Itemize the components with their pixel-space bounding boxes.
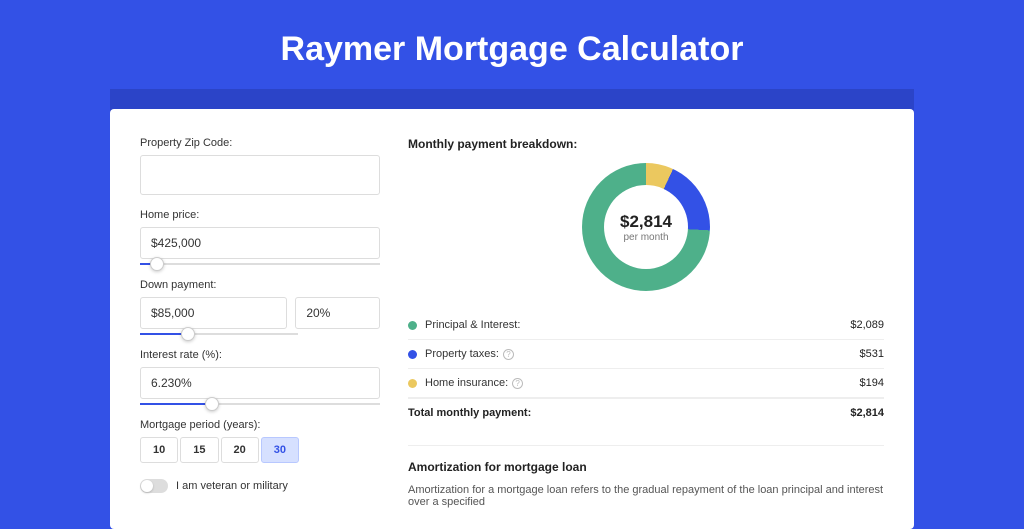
zip-label: Property Zip Code: (140, 137, 380, 149)
down-payment-slider[interactable] (140, 333, 298, 335)
amortization-heading: Amortization for mortgage loan (408, 460, 884, 474)
total-value: $2,814 (850, 407, 884, 419)
legend-text: Property taxes: (425, 348, 499, 360)
period-tabs: 10 15 20 30 (140, 437, 380, 463)
info-icon[interactable]: ? (503, 349, 514, 360)
form-column: Property Zip Code: Home price: Down paym… (140, 137, 380, 501)
dot-icon (408, 321, 417, 330)
legend-label: Home insurance: ? (425, 377, 860, 389)
amortization-text: Amortization for a mortgage loan refers … (408, 484, 884, 508)
slider-thumb-icon[interactable] (181, 327, 195, 341)
veteran-toggle[interactable] (140, 479, 168, 493)
legend-label: Principal & Interest: (425, 319, 850, 331)
info-icon[interactable]: ? (512, 378, 523, 389)
legend-row-taxes: Property taxes: ? $531 (408, 340, 884, 369)
legend-value: $531 (860, 348, 884, 360)
dot-icon (408, 350, 417, 359)
legend-value: $2,089 (850, 319, 884, 331)
donut-sub: per month (623, 232, 668, 243)
down-payment-input[interactable] (140, 297, 287, 329)
legend-label: Property taxes: ? (425, 348, 860, 360)
period-tab-10[interactable]: 10 (140, 437, 178, 463)
page-title: Raymer Mortgage Calculator (0, 0, 1024, 89)
total-row: Total monthly payment: $2,814 (408, 398, 884, 427)
veteran-label: I am veteran or military (176, 480, 288, 492)
dot-icon (408, 379, 417, 388)
breakdown-column: Monthly payment breakdown: $2,814 per mo… (408, 137, 884, 501)
home-price-slider[interactable] (140, 263, 380, 265)
legend-text: Home insurance: (425, 377, 508, 389)
home-price-label: Home price: (140, 209, 380, 221)
toggle-knob-icon (141, 480, 153, 492)
divider (408, 445, 884, 446)
breakdown-heading: Monthly payment breakdown: (408, 137, 884, 151)
down-payment-pct-input[interactable] (295, 297, 380, 329)
period-tab-15[interactable]: 15 (180, 437, 218, 463)
slider-thumb-icon[interactable] (205, 397, 219, 411)
donut-chart: $2,814 per month (582, 163, 710, 291)
period-tab-30[interactable]: 30 (261, 437, 299, 463)
period-label: Mortgage period (years): (140, 419, 380, 431)
zip-input[interactable] (140, 155, 380, 195)
calculator-card: Property Zip Code: Home price: Down paym… (110, 109, 914, 529)
period-tab-20[interactable]: 20 (221, 437, 259, 463)
donut-amount: $2,814 (620, 212, 672, 232)
legend-row-principal: Principal & Interest: $2,089 (408, 311, 884, 340)
total-label: Total monthly payment: (408, 407, 850, 419)
interest-slider[interactable] (140, 403, 380, 405)
down-payment-label: Down payment: (140, 279, 380, 291)
home-price-input[interactable] (140, 227, 380, 259)
legend-row-insurance: Home insurance: ? $194 (408, 369, 884, 398)
interest-label: Interest rate (%): (140, 349, 380, 361)
legend-value: $194 (860, 377, 884, 389)
slider-thumb-icon[interactable] (150, 257, 164, 271)
interest-input[interactable] (140, 367, 380, 399)
